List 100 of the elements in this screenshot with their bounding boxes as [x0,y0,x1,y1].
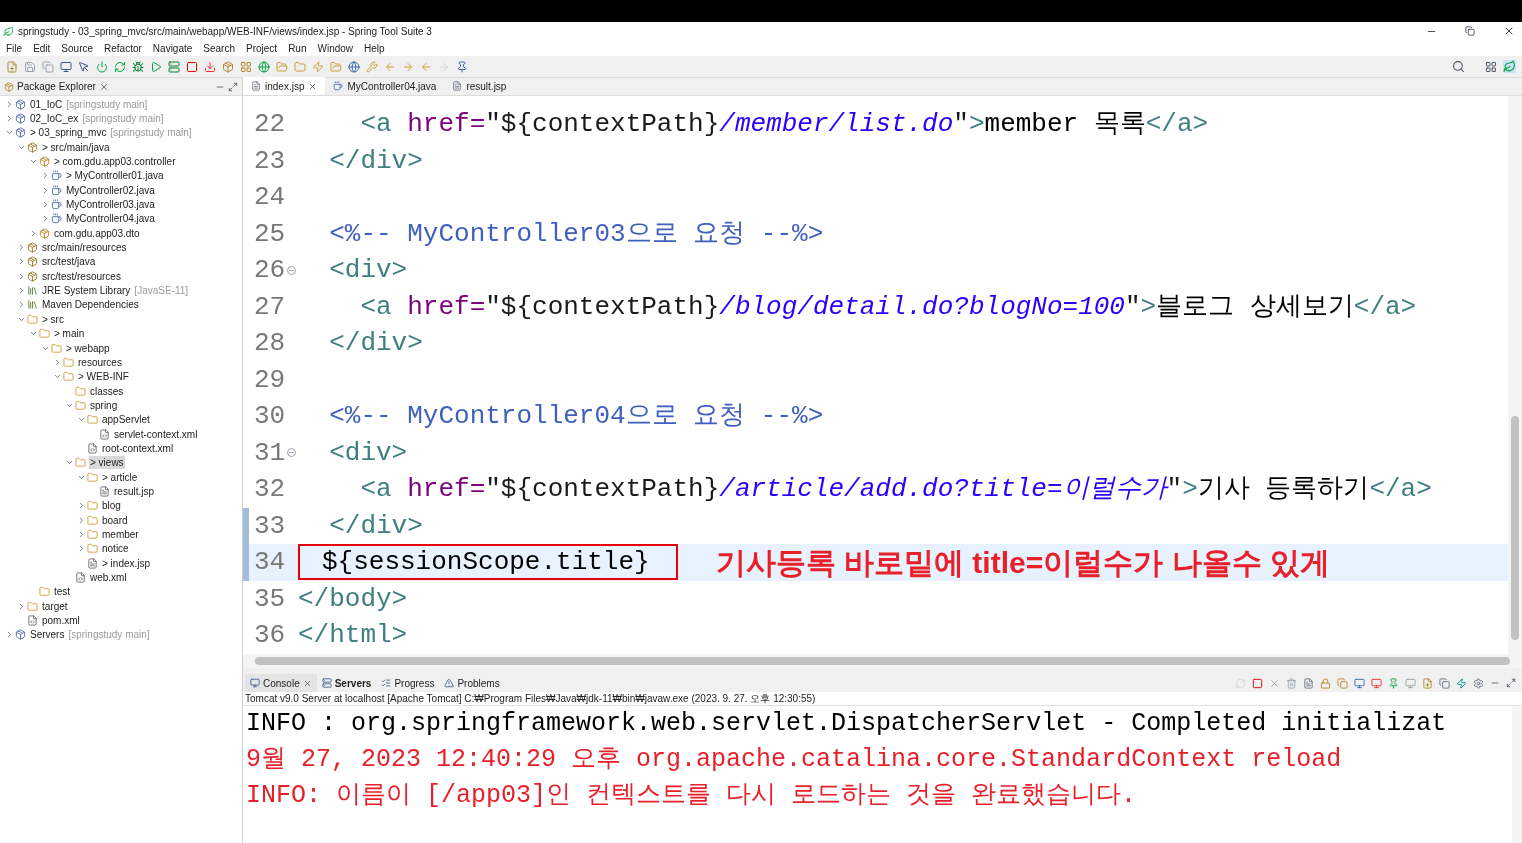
leaf-icon[interactable] [1503,60,1516,73]
tree-item[interactable]: member [101,528,140,541]
tree-item[interactable]: 01_IoC [29,97,64,111]
tree-item[interactable]: > index.jsp [101,556,152,570]
monitor-icon[interactable] [1371,677,1382,689]
menu-item[interactable]: Window [317,40,354,56]
pin-icon[interactable] [1388,677,1399,689]
restore-icon[interactable] [1465,26,1475,36]
new-file-icon[interactable] [1422,677,1433,689]
chevron-right-icon[interactable] [5,114,14,123]
pin-icon[interactable] [456,60,468,73]
tree-item[interactable]: > 03_spring_mvc [29,126,108,140]
menu-item[interactable]: Source [61,40,94,56]
scrollbar-thumb[interactable] [255,657,1510,665]
wrench-icon[interactable] [366,60,378,73]
tree-item[interactable]: > MyController01.java [65,169,165,183]
vertical-scrollbar[interactable] [1508,96,1522,654]
chevron-right-icon[interactable] [17,257,26,267]
tree-item[interactable]: blog [101,499,122,513]
file-icon[interactable] [1303,677,1314,689]
tree-item[interactable]: board [101,513,129,527]
menu-item[interactable]: File [6,40,23,56]
tree-item[interactable]: > views [89,456,125,470]
tree-item[interactable]: test [53,585,72,599]
copy-icon[interactable] [1439,677,1450,689]
download-icon[interactable] [204,60,216,73]
tree-item[interactable]: MyController04.java [65,212,156,226]
power-icon[interactable] [96,60,108,73]
horizontal-scrollbar[interactable] [243,654,1522,668]
chevron-right-icon[interactable] [5,99,14,109]
menu-item[interactable]: Help [364,40,385,56]
folder-icon[interactable] [294,60,306,73]
editor-tab[interactable]: result.jsp [444,77,515,95]
new-file-icon[interactable] [6,60,18,73]
pointer-icon[interactable] [78,60,90,73]
lock-icon[interactable] [1320,677,1331,689]
save-all-icon[interactable] [42,60,54,73]
tree-item[interactable]: > com.gdu.app03.controller [53,155,177,169]
menu-item[interactable]: Project [246,40,278,56]
tree-item[interactable]: servlet-context.xml [113,427,199,441]
tree-item[interactable]: 02_IoC_ex [29,112,80,125]
close-icon[interactable] [1503,25,1515,37]
tree-item[interactable]: > article [101,470,139,484]
trash-icon[interactable] [1286,677,1297,689]
perspective-icon[interactable] [1485,60,1497,73]
package-icon[interactable] [222,60,234,73]
tree-item[interactable]: appServlet [101,413,151,427]
view-tab[interactable]: Console [245,674,317,692]
maximize-icon[interactable] [1506,678,1516,688]
tree-item[interactable]: spring [89,398,119,412]
tree-item[interactable]: Servers [29,628,66,642]
tree-item[interactable]: src/test/resources [41,269,122,283]
refresh-icon[interactable] [114,60,126,73]
tree-item[interactable]: resources [77,355,123,369]
tree-item[interactable]: > WEB-INF [77,370,130,384]
tree-item[interactable]: notice [101,542,130,556]
tree-item[interactable]: JRE System Library [41,284,132,298]
copy-icon[interactable] [1337,677,1348,689]
tree-item[interactable]: web.xml [89,571,128,584]
back-icon[interactable] [420,60,432,73]
play-icon[interactable] [150,60,162,73]
view-tab[interactable]: Problems [439,674,505,692]
tree-item[interactable]: result.jsp [113,484,155,498]
scrollbar-thumb[interactable] [1511,416,1519,640]
globe-icon[interactable] [258,60,270,73]
tree-item[interactable]: Maven Dependencies [41,298,140,312]
chevron-right-icon[interactable] [77,501,86,511]
tree-item[interactable]: > src [41,312,65,326]
tree-item[interactable]: MyController02.java [65,183,156,197]
chevron-right-icon[interactable] [29,228,38,238]
tree-item[interactable]: classes [89,384,125,398]
open-folder-icon[interactable] [276,60,288,73]
bug-icon[interactable] [132,60,144,73]
tree-item[interactable]: src/test/java [41,255,97,269]
remove-icon[interactable] [1269,677,1280,689]
menu-item[interactable]: Navigate [152,40,193,56]
view-tab[interactable]: Servers [316,674,377,692]
tree-item[interactable]: > src/main/java [41,140,111,154]
stop-icon[interactable] [186,60,198,73]
monitor-icon[interactable] [1354,677,1365,689]
server-icon[interactable] [168,60,180,73]
tree-item[interactable]: MyController03.java [65,198,156,212]
close-icon[interactable] [98,81,109,92]
view-tab[interactable]: Progress [376,674,440,692]
editor-tab[interactable]: index.jsp [243,77,326,95]
tree-item[interactable]: src/main/resources [41,241,128,255]
chevron-right-icon[interactable] [41,171,50,181]
editor-tab[interactable]: MyController04.java [325,77,445,95]
maximize-icon[interactable] [228,81,238,92]
flash-icon[interactable] [1456,677,1467,689]
menu-item[interactable]: Run [288,40,307,56]
chevron-right-icon[interactable] [17,300,26,310]
chevron-right-icon[interactable] [17,286,26,296]
chevron-right-icon[interactable] [17,243,26,253]
chevron-right-icon[interactable] [77,544,86,554]
menu-item[interactable]: Edit [33,40,51,56]
menu-item[interactable]: Refactor [104,40,142,56]
chevron-right-icon[interactable] [77,515,86,525]
chevron-right-icon[interactable] [41,200,50,210]
save-icon[interactable] [24,60,36,73]
